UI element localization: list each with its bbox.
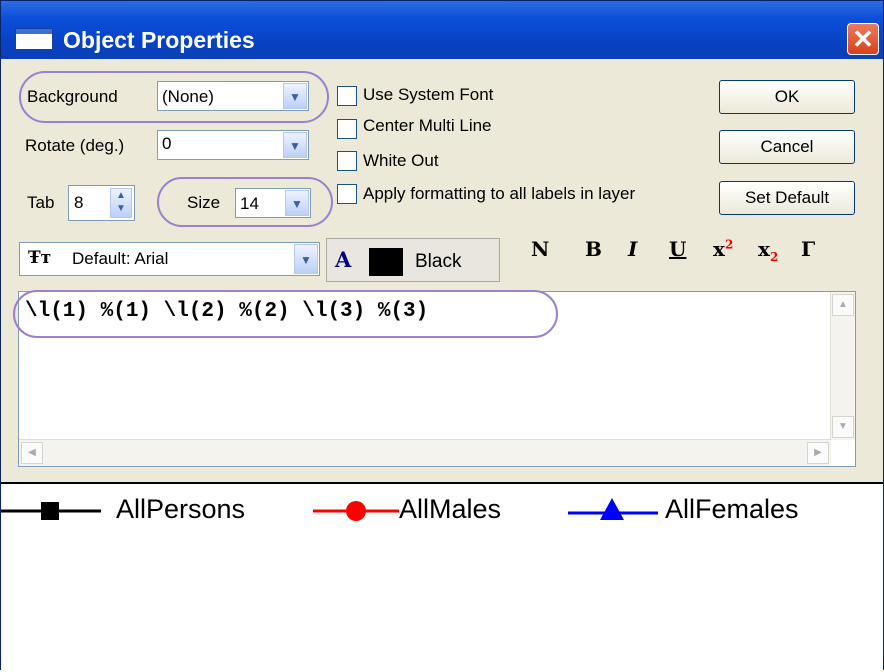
horizontal-scrollbar[interactable]: ◀ ▶	[19, 439, 831, 466]
rotate-label: Rotate (deg.)	[25, 136, 125, 155]
subscript-format-button[interactable]: x2	[758, 237, 778, 264]
apply-formatting-checkbox[interactable]	[337, 184, 357, 204]
white-out-label: White Out	[363, 151, 439, 170]
legend-allfemales: AllFemales	[665, 494, 799, 524]
subscript-2: 2	[769, 250, 779, 264]
italic-format-button[interactable]: I	[628, 237, 637, 261]
use-system-font-label: Use System Font	[363, 85, 494, 104]
legend-allmales: AllMales	[399, 494, 502, 524]
font-color-icon: A	[335, 247, 352, 272]
center-multi-line-checkbox[interactable]	[337, 119, 357, 139]
scroll-up-icon[interactable]: ▲	[832, 294, 854, 316]
text-highlight-oval	[13, 290, 558, 338]
white-out-checkbox[interactable]	[337, 151, 357, 171]
superscript-format-button[interactable]: x2	[713, 237, 733, 261]
size-highlight-oval	[157, 177, 333, 227]
apply-formatting-label: Apply formatting to all labels in layer	[363, 184, 636, 203]
legend-preview: AllPersons AllMales AllFemales	[1, 482, 883, 672]
bold-format-button[interactable]: B	[585, 237, 602, 261]
window-icon	[15, 28, 53, 50]
tab-spinner[interactable]: 8 ▲ ▼	[68, 185, 135, 221]
ok-button[interactable]: OK	[719, 80, 855, 114]
use-system-font-checkbox[interactable]	[337, 86, 357, 106]
spinner-arrows-icon[interactable]: ▲ ▼	[110, 188, 132, 218]
superscript-x: x	[713, 237, 725, 261]
window-title: Object Properties	[63, 27, 255, 53]
object-properties-dialog: Object Properties ✕ Background (None) ▼ …	[0, 0, 884, 672]
allmales-line-circle-icon	[313, 501, 399, 521]
allpersons-line-square-icon	[1, 502, 101, 520]
normal-format-button[interactable]: N	[531, 237, 549, 261]
set-default-button[interactable]: Set Default	[719, 181, 855, 215]
subscript-x: x	[758, 237, 770, 261]
scroll-left-icon[interactable]: ◀	[21, 442, 43, 464]
close-button[interactable]: ✕	[847, 23, 879, 55]
superscript-2: 2	[724, 237, 734, 252]
rotate-combo[interactable]: 0 ▼	[157, 130, 309, 160]
font-combo[interactable]: Ŧт Default: Arial ▼	[19, 242, 320, 276]
cancel-button[interactable]: Cancel	[719, 130, 855, 164]
center-multi-line-label: Center Multi Line	[363, 116, 492, 135]
truetype-font-icon: Ŧт	[28, 248, 52, 268]
underline-format-button[interactable]: U	[669, 237, 686, 261]
font-value: Default: Arial	[72, 249, 169, 268]
rotate-value: 0	[162, 134, 172, 153]
greek-format-button[interactable]: Γ	[801, 237, 815, 261]
allfemales-line-triangle-icon	[568, 498, 658, 520]
title-bar[interactable]: Object Properties ✕	[1, 1, 883, 59]
legend-allpersons: AllPersons	[116, 494, 246, 524]
tab-value: 8	[74, 193, 84, 212]
scroll-down-icon[interactable]: ▼	[832, 416, 854, 438]
background-highlight-oval	[19, 71, 329, 123]
scroll-right-icon[interactable]: ▶	[807, 442, 829, 464]
tab-label: Tab	[27, 193, 55, 212]
color-value: Black	[415, 251, 462, 272]
color-button[interactable]: A Black	[326, 238, 500, 282]
vertical-scrollbar[interactable]: ▲ ▼	[830, 292, 855, 440]
chevron-down-icon[interactable]: ▼	[294, 244, 318, 274]
color-swatch	[369, 248, 403, 276]
chevron-down-icon[interactable]: ▼	[283, 132, 307, 158]
